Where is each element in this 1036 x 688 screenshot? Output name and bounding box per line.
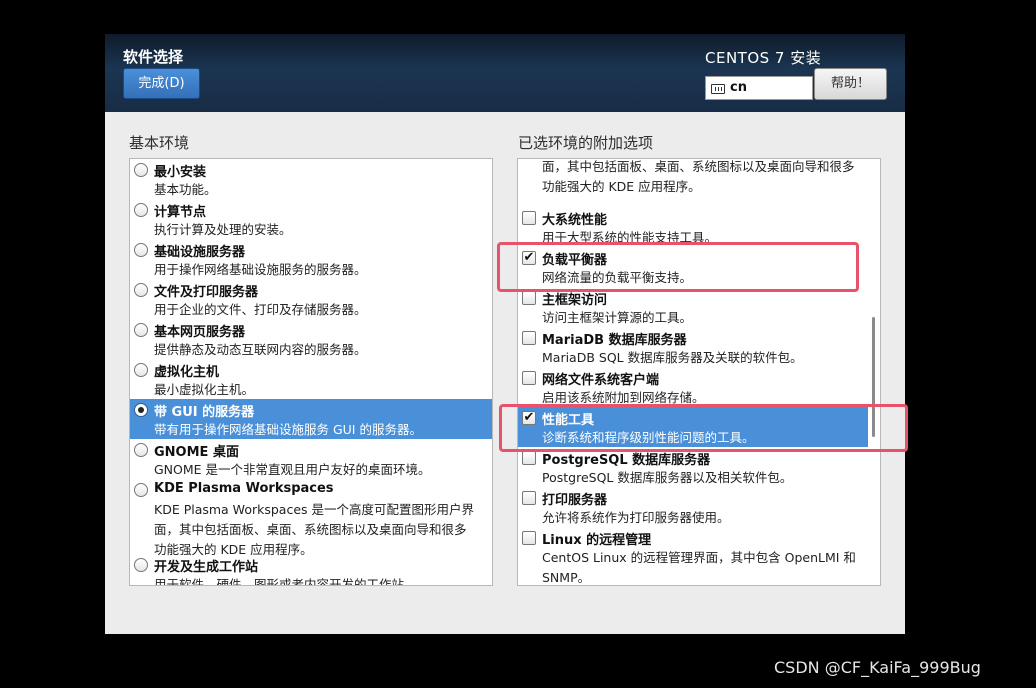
radio-button[interactable] [134,363,148,377]
addon-option[interactable]: Linux 的远程管理 CentOS Linux 的远程管理界面，其中包含 Ope… [518,527,868,585]
env-option-description: 带有用于操作网络基础设施服务 GUI 的服务器。 [154,422,422,437]
addon-option[interactable]: PostgreSQL 数据库服务器 PostgreSQL 数据库服务器以及相关软件… [518,447,868,487]
help-button[interactable]: 帮助！ [814,68,887,100]
addon-option[interactable]: 大系统性能 用于大型系统的性能支持工具。 [518,207,868,247]
addon-option[interactable]: KDE Plasma Workspaces 是一个高度可配置图形用户界 面，其中… [518,159,868,207]
env-option[interactable]: 虚拟化主机最小虚拟化主机。 [130,359,492,399]
checkbox[interactable] [522,451,536,465]
env-option[interactable]: 开发及生成工作站用于软件、硬件、图形或者内容开发的工作站。 [130,554,492,586]
env-option-description: 基本功能。 [154,182,217,197]
product-title: CENTOS 7 安装 [705,49,822,67]
annotation-box-performance-tools [499,404,908,452]
annotation-box-load-balancer [497,242,859,292]
env-option[interactable]: 文件及打印服务器用于企业的文件、打印及存储服务器。 [130,279,492,319]
env-option[interactable]: 基础设施服务器用于操作网络基础设施服务的服务器。 [130,239,492,279]
base-environment-list[interactable]: 最小安装基本功能。计算节点执行计算及处理的安装。 基础设施服务器用于操作网络基础设… [129,158,493,586]
radio-button[interactable] [134,163,148,177]
addon-option-title: 网络文件系统客户端 [542,373,660,388]
env-option[interactable]: 最小安装 基本功能。 [130,159,492,199]
addon-list[interactable]: KDE Plasma Workspaces 是一个高度可配置图形用户界 面，其中… [517,158,881,586]
addon-option-description: CentOS Linux 的远程管理界面，其中包含 OpenLMI 和 SNMP… [542,550,856,585]
keyboard-layout-indicator[interactable]: cn [705,76,813,100]
radio-button[interactable] [134,483,148,497]
addon-option-title: Linux 的远程管理 [542,533,652,548]
radio-button[interactable] [134,243,148,257]
addon-option-title: 大系统性能 [542,213,608,228]
watermark: CSDN @CF_KaiFa_999Bug [774,658,981,677]
env-option-title: 带 GUI 的服务器 [154,405,255,420]
addon-option-title: 打印服务器 [542,493,608,508]
env-option-description: 提供静态及动态互联网内容的服务器。 [154,342,367,357]
addon-option-description: MariaDB SQL 数据库服务器及关联的软件包。 [542,350,803,365]
addon-option[interactable]: 主框架访问 访问主框架计算源的工具。 [518,287,868,327]
env-option[interactable]: 计算节点执行计算及处理的安装。 [130,199,492,239]
env-option-title: GNOME 桌面 [154,445,239,460]
addon-option-description: 允许将系统作为打印服务器使用。 [542,510,730,525]
installer-window: 软件选择 完成(D) CENTOS 7 安装 cn 帮助！ 基本环境 已选环境的… [105,34,905,634]
env-option[interactable]: 带 GUI 的服务器带有用于操作网络基础设施服务 GUI 的服务器。 [130,399,492,439]
env-option[interactable]: 基本网页服务器提供静态及动态互联网内容的服务器。 [130,319,492,359]
addons-label: 已选环境的附加选项 [518,134,654,152]
spoke-title: 软件选择 [123,48,184,66]
env-option-description: KDE Plasma Workspaces 是一个高度可配置图形用户界 面，其中… [154,502,474,557]
addon-option-title: MariaDB 数据库服务器 [542,333,687,348]
env-option-title: 计算节点 [154,205,207,220]
radio-button[interactable] [134,203,148,217]
keyboard-icon [711,84,725,94]
env-option-title: 文件及打印服务器 [154,285,259,300]
env-option-title: 虚拟化主机 [154,365,220,380]
env-option-title: 基本网页服务器 [154,325,246,340]
env-option-description: 用于软件、硬件、图形或者内容开发的工作站。 [154,577,417,586]
radio-button[interactable] [134,443,148,457]
env-option[interactable]: GNOME 桌面 GNOME 是一个非常直观且用户友好的桌面环境。 [130,439,492,479]
env-option-title: 开发及生成工作站 [154,560,259,575]
env-option-description: GNOME 是一个非常直观且用户友好的桌面环境。 [154,462,431,477]
keyboard-layout-label: cn [730,80,747,95]
checkbox[interactable] [522,291,536,305]
env-option[interactable]: KDE Plasma Workspaces KDE Plasma Workspac… [130,479,492,557]
radio-button[interactable] [134,558,148,572]
done-button[interactable]: 完成(D) [123,68,200,99]
env-option-description: 最小虚拟化主机。 [154,382,255,397]
spoke-header: 软件选择 完成(D) CENTOS 7 安装 cn 帮助！ [105,34,905,112]
checkbox[interactable] [522,371,536,385]
env-option-description: 执行计算及处理的安装。 [154,222,292,237]
addon-option-description: 访问主框架计算源的工具。 [542,310,693,325]
env-option-title: 最小安装 [154,165,207,180]
base-env-label: 基本环境 [129,134,190,152]
radio-button[interactable] [134,403,148,417]
addon-option-description: PostgreSQL 数据库服务器以及相关软件包。 [542,470,793,485]
checkbox[interactable] [522,331,536,345]
env-option-description: 用于操作网络基础设施服务的服务器。 [154,262,367,277]
env-option-title: KDE Plasma Workspaces [154,481,334,496]
env-option-title: 基础设施服务器 [154,245,246,260]
addon-option[interactable]: 打印服务器允许将系统作为打印服务器使用。 [518,487,868,527]
addon-option[interactable]: 网络文件系统客户端 启用该系统附加到网络存储。 [518,367,868,407]
radio-button[interactable] [134,283,148,297]
checkbox[interactable] [522,491,536,505]
checkbox[interactable] [522,531,536,545]
addon-option[interactable]: MariaDB 数据库服务器 MariaDB SQL 数据库服务器及关联的软件包。 [518,327,868,367]
checkbox[interactable] [522,211,536,225]
env-option-description: 用于企业的文件、打印及存储服务器。 [154,302,367,317]
radio-button[interactable] [134,323,148,337]
addon-option-description: KDE Plasma Workspaces 是一个高度可配置图形用户界 面，其中… [542,159,855,194]
